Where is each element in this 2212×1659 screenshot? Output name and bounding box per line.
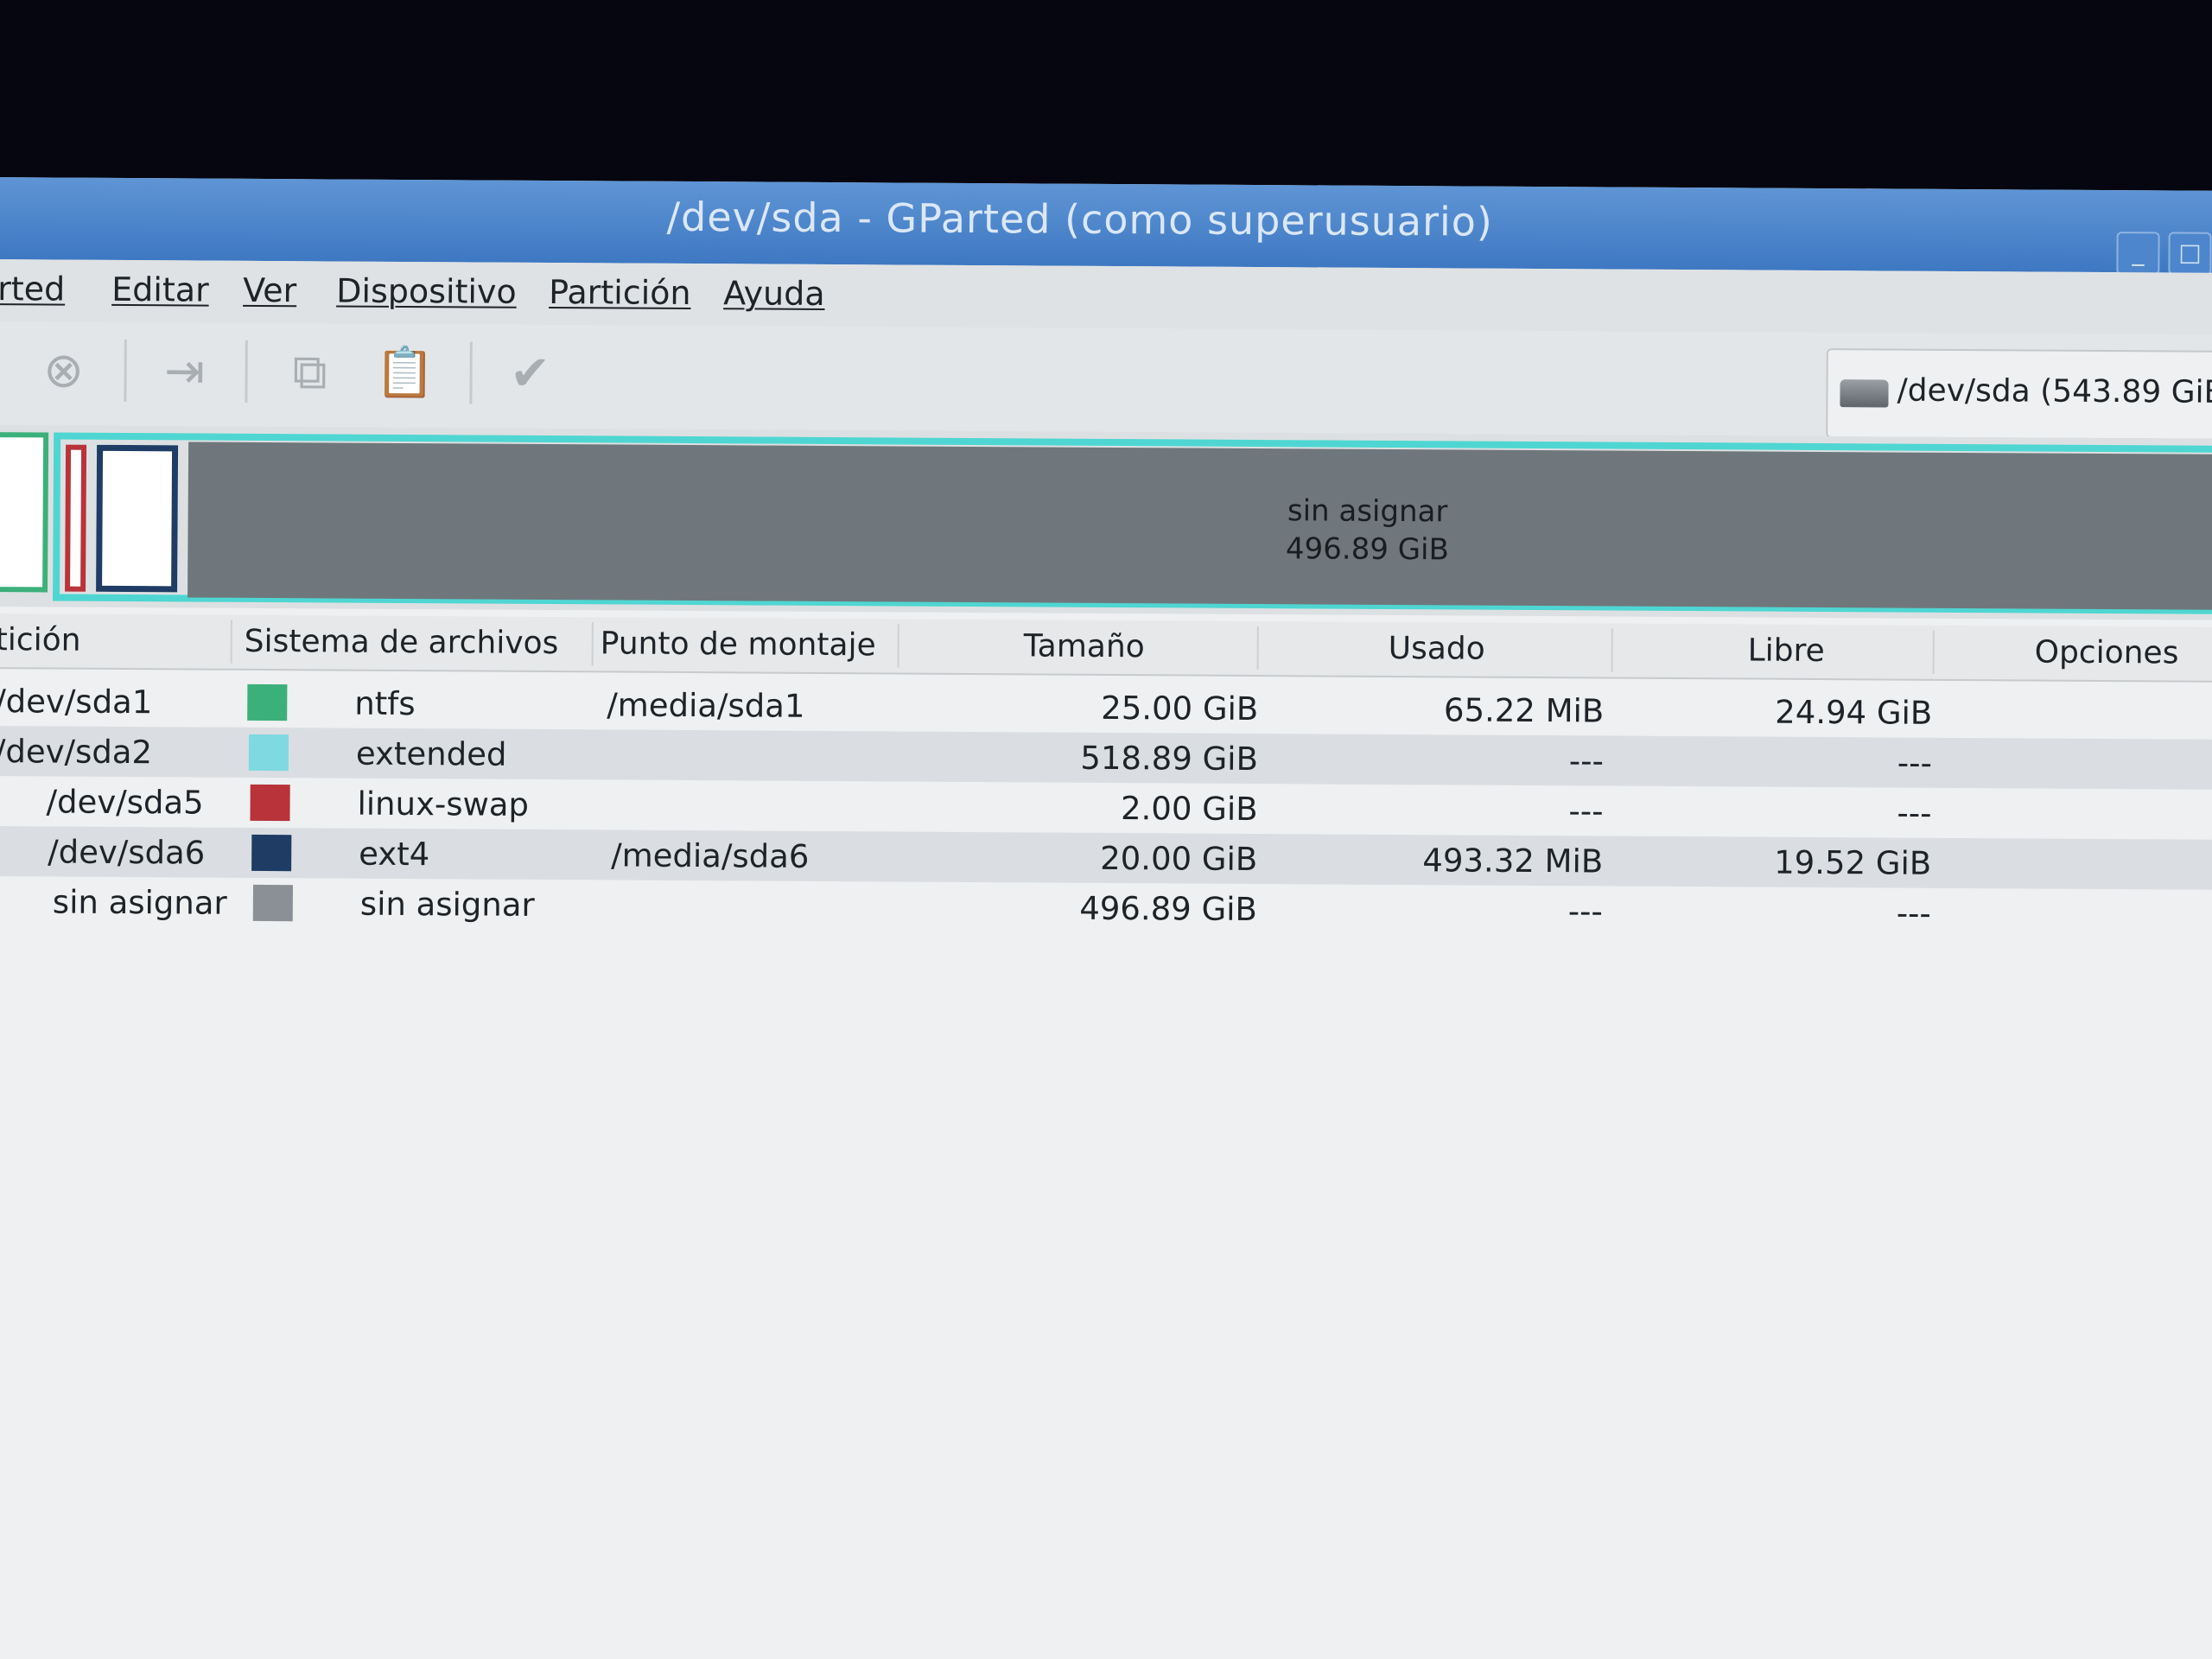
free: --- xyxy=(1896,894,1931,932)
column-separator xyxy=(1932,630,1935,674)
menu-dispositivo[interactable]: Dispositivo xyxy=(336,272,517,311)
column-header-particion[interactable]: tición xyxy=(0,622,81,658)
size: 25.00 GiB xyxy=(1101,689,1259,728)
used: --- xyxy=(1568,742,1605,780)
filesystem: ntfs xyxy=(354,684,416,723)
used: --- xyxy=(1568,792,1604,830)
column-separator xyxy=(1611,628,1613,672)
window-title: /dev/sda - GParted (como superusuario) xyxy=(666,193,1493,245)
menu-particion[interactable]: Partición xyxy=(549,273,691,312)
column-header-used[interactable]: Usado xyxy=(1389,631,1485,667)
size: 496.89 GiB xyxy=(1079,889,1257,929)
column-header-mountpoint[interactable]: Punto de montaje xyxy=(601,626,876,663)
toolbar-separator xyxy=(469,341,473,404)
partition-block-sda1[interactable] xyxy=(0,431,49,593)
partition-block-sda6[interactable] xyxy=(96,444,179,593)
toolbar: ⊗ ⇥ ⧉ 📋 ✔ /dev/sda (543.89 GiB) xyxy=(0,321,2212,442)
partition-name: /dev/sda1 xyxy=(0,683,153,721)
filesystem: extended xyxy=(355,734,507,773)
partition-table: tición Sistema de archivos Punto de mont… xyxy=(0,606,2212,1659)
partition-visual-bar: sin asignar 496.89 GiB xyxy=(0,424,2212,620)
unallocated-block-label: sin asignar 496.89 GiB xyxy=(1237,492,1497,569)
used: 65.22 MiB xyxy=(1443,691,1605,730)
column-separator xyxy=(1256,626,1259,671)
free: --- xyxy=(1897,744,1933,782)
partition-block-sda2[interactable]: sin asignar 496.89 GiB xyxy=(53,432,2212,614)
partition-name: sin asignar xyxy=(52,883,227,922)
filesystem: ext4 xyxy=(359,835,430,874)
table-header: tición Sistema de archivos Punto de mont… xyxy=(0,613,2212,683)
paste-icon[interactable]: 📋 xyxy=(374,343,435,404)
fs-color-swatch xyxy=(251,834,292,872)
mount-point: /media/sda1 xyxy=(607,686,805,725)
size: 20.00 GiB xyxy=(1100,839,1258,879)
toolbar-separator xyxy=(124,340,127,403)
column-header-options[interactable]: Opciones xyxy=(2035,635,2179,671)
partition-name: /dev/sda6 xyxy=(48,833,206,872)
fs-color-swatch xyxy=(252,884,294,922)
partition-block-unallocated[interactable]: sin asignar 496.89 GiB xyxy=(188,442,2212,610)
column-separator xyxy=(897,624,899,668)
column-header-free[interactable]: Libre xyxy=(1748,632,1825,669)
minimize-button[interactable]: _ xyxy=(2116,232,2160,276)
unallocated-label: sin asignar xyxy=(1287,493,1448,530)
column-header-size[interactable]: Tamaño xyxy=(1024,628,1145,664)
partition-name: /dev/sda5 xyxy=(46,783,204,822)
maximize-button[interactable]: □ xyxy=(2168,232,2212,276)
size: 2.00 GiB xyxy=(1120,790,1258,829)
partition-name: /dev/sda2 xyxy=(0,733,153,772)
partition-block-sda5[interactable] xyxy=(65,444,87,592)
free: 19.52 GiB xyxy=(1774,843,1932,882)
device-selector[interactable]: /dev/sda (543.89 GiB) xyxy=(1826,348,2212,442)
used: 493.32 MiB xyxy=(1422,842,1604,880)
screen: /dev/sda - GParted (como superusuario) _… xyxy=(0,0,2212,1659)
gparted-window: /dev/sda - GParted (como superusuario) _… xyxy=(0,177,2212,1659)
cancel-icon[interactable]: ⊗ xyxy=(33,340,93,401)
copy-icon[interactable]: ⧉ xyxy=(279,342,340,403)
menu-ayuda[interactable]: Ayuda xyxy=(723,274,825,313)
column-separator xyxy=(230,620,232,664)
mount-point: /media/sda6 xyxy=(611,836,810,875)
hard-disk-icon xyxy=(1840,379,1889,408)
toolbar-separator xyxy=(245,340,248,403)
menu-gparted[interactable]: rted xyxy=(0,270,65,308)
column-header-filesystem[interactable]: Sistema de archivos xyxy=(245,624,559,661)
size: 518.89 GiB xyxy=(1080,739,1259,779)
undo-icon[interactable]: ⇥ xyxy=(154,341,214,402)
fs-color-swatch xyxy=(250,784,290,822)
column-separator xyxy=(591,622,594,666)
unallocated-size: 496.89 GiB xyxy=(1285,531,1449,568)
menu-editar[interactable]: Editar xyxy=(111,270,209,309)
device-selector-label: /dev/sda (543.89 GiB) xyxy=(1897,372,2212,410)
fs-color-swatch xyxy=(248,734,289,772)
apply-icon[interactable]: ✔ xyxy=(499,344,560,404)
menu-ver[interactable]: Ver xyxy=(243,271,296,309)
fs-color-swatch xyxy=(247,683,288,721)
free: --- xyxy=(1897,794,1932,832)
filesystem: linux-swap xyxy=(357,785,530,823)
used: --- xyxy=(1567,893,1603,931)
title-bar[interactable]: /dev/sda - GParted (como superusuario) _… xyxy=(0,177,2212,276)
filesystem: sin asignar xyxy=(359,885,535,924)
free: 24.94 GiB xyxy=(1775,693,1933,732)
